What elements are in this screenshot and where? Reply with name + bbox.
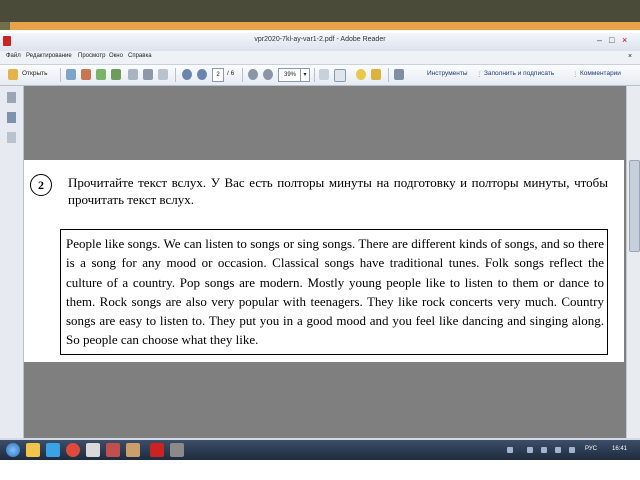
menu-edit[interactable]: Редактирование — [26, 53, 72, 59]
menu-window[interactable]: Окно — [109, 53, 123, 59]
next-page-icon[interactable] — [197, 69, 207, 80]
sign-pen-icon[interactable] — [394, 69, 404, 80]
navigation-panel — [0, 86, 24, 438]
menu-help[interactable]: Справка — [128, 53, 152, 59]
toolbar-divider — [388, 68, 389, 82]
toolbar: Открыть 2 / 6 39% ▾ Инструменты ⋮ Заполн… — [0, 65, 640, 86]
tray-flag-icon[interactable] — [569, 447, 575, 453]
toolbar-dots-divider: ⋮ — [572, 71, 579, 78]
convert-icon[interactable] — [81, 69, 91, 80]
app-task-icon[interactable] — [170, 443, 184, 457]
clock[interactable]: 16:41 — [612, 446, 627, 452]
open-folder-icon[interactable] — [8, 69, 18, 80]
page-number-input[interactable]: 2 — [212, 68, 224, 82]
toolbar-divider — [60, 68, 61, 82]
explorer-icon[interactable] — [26, 443, 40, 457]
yandex-browser-icon[interactable] — [66, 443, 80, 457]
menu-file[interactable]: Файл — [6, 53, 21, 59]
pdf-page: 2 Прочитайте текст вслух. У Вас есть пол… — [24, 160, 624, 362]
comments-button[interactable]: Комментарии — [580, 70, 621, 77]
zoom-out-icon[interactable] — [248, 69, 258, 80]
toolbar-divider — [314, 68, 315, 82]
windows-taskbar: РУС 16:41 — [0, 440, 640, 460]
scrollbar-thumb[interactable] — [629, 160, 640, 252]
page-thumbnails-icon[interactable] — [7, 92, 16, 103]
tools-button[interactable]: Инструменты — [427, 70, 468, 77]
save-icon[interactable] — [128, 69, 138, 80]
tray-power-icon[interactable] — [555, 447, 561, 453]
menu-bar: Файл Редактирование Просмотр Окно Справк… — [0, 51, 640, 65]
toolbar-divider — [242, 68, 243, 82]
sign-icon[interactable] — [111, 69, 121, 80]
toolbar-divider — [175, 68, 176, 82]
task-instruction: Прочитайте текст вслух. У Вас есть полто… — [68, 175, 608, 207]
archive-icon[interactable] — [126, 443, 140, 457]
start-button-icon[interactable] — [6, 443, 20, 457]
document-viewport[interactable]: 2 Прочитайте текст вслух. У Вас есть пол… — [24, 86, 632, 438]
slide-bottom-margin — [0, 460, 640, 480]
create-pdf-icon[interactable] — [66, 69, 76, 80]
slide-accent-block — [0, 22, 10, 30]
share-icon[interactable] — [96, 69, 106, 80]
minimize-button[interactable]: – — [597, 35, 602, 45]
open-button[interactable]: Открыть — [22, 70, 48, 77]
menu-view[interactable]: Просмотр — [78, 53, 105, 59]
select-tool-icon[interactable] — [319, 69, 329, 80]
window-title: vpr2020-7kl-ay-var1-2.pdf - Adobe Reader — [254, 36, 386, 43]
email-icon[interactable] — [158, 69, 168, 80]
vertical-scrollbar[interactable] — [626, 86, 640, 438]
adobe-reader-window: vpr2020-7kl-ay-var1-2.pdf - Adobe Reader… — [0, 33, 640, 460]
powerpoint-icon[interactable] — [106, 443, 120, 457]
slide-header-band — [0, 0, 640, 22]
slide-accent-stripe — [10, 22, 640, 30]
language-indicator[interactable]: РУС — [585, 446, 597, 452]
previous-page-icon[interactable] — [182, 69, 192, 80]
browser-icon[interactable] — [46, 443, 60, 457]
menu-close-icon[interactable]: × — [628, 53, 632, 60]
fill-and-sign-button[interactable]: Заполнить и подписать — [484, 70, 554, 77]
maximize-button[interactable]: □ — [609, 35, 614, 45]
comment-icon[interactable] — [356, 69, 366, 80]
zoom-dropdown-chevron-icon[interactable]: ▾ — [300, 68, 310, 82]
task-number-badge: 2 — [30, 174, 52, 196]
title-bar: vpr2020-7kl-ay-var1-2.pdf - Adobe Reader… — [0, 33, 640, 51]
attachments-icon[interactable] — [7, 132, 16, 143]
toolbar-dots-divider: ⋮ — [476, 71, 483, 78]
print-icon[interactable] — [143, 69, 153, 80]
zoom-level-input[interactable]: 39% — [278, 68, 302, 82]
tray-volume-icon[interactable] — [541, 447, 547, 453]
close-button[interactable]: × — [622, 35, 627, 45]
paint-icon[interactable] — [86, 443, 100, 457]
tray-network-icon[interactable] — [527, 447, 533, 453]
fit-page-icon[interactable] — [334, 69, 346, 82]
highlight-icon[interactable] — [371, 69, 381, 80]
bookmarks-icon[interactable] — [7, 112, 16, 123]
reading-text: People like songs. We can listen to song… — [66, 236, 604, 348]
adobe-reader-task-icon[interactable] — [150, 443, 164, 457]
reading-text-box: People like songs. We can listen to song… — [60, 229, 608, 355]
tray-browser-icon[interactable] — [507, 447, 513, 453]
zoom-in-icon[interactable] — [263, 69, 273, 80]
page-total: / 6 — [227, 70, 235, 77]
